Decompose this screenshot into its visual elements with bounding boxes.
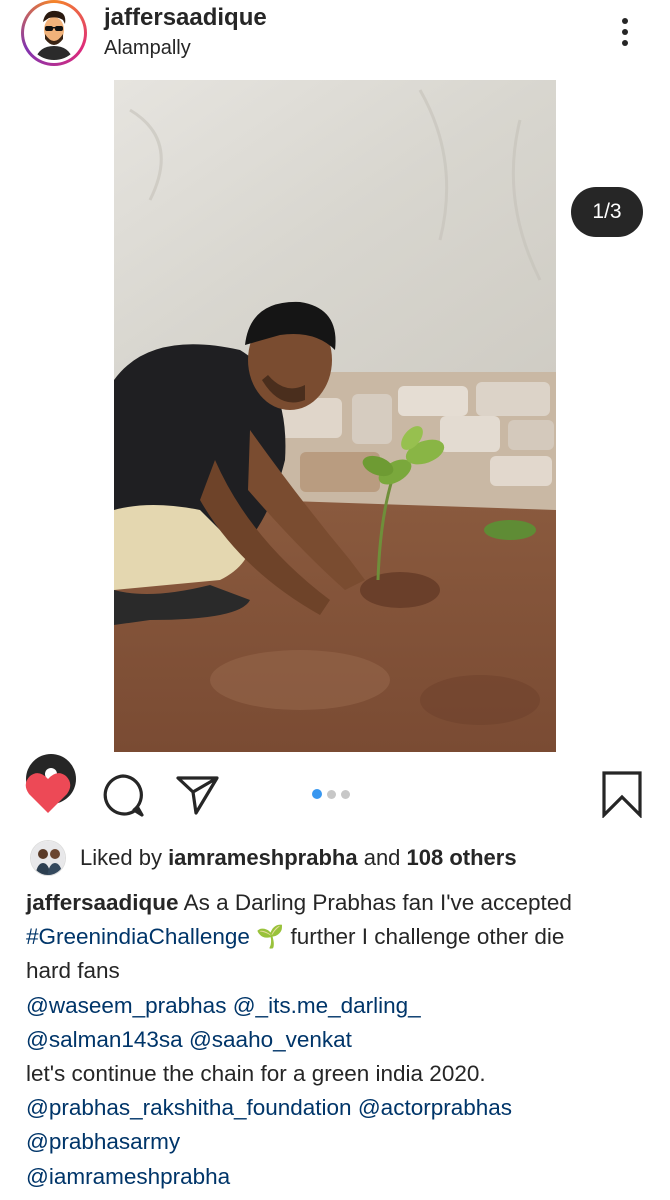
- comment-icon[interactable]: [100, 772, 146, 818]
- caption-mention[interactable]: @prabhas_rakshitha_foundation: [26, 1095, 352, 1120]
- caption-text: let's continue the chain for a green ind…: [26, 1061, 486, 1087]
- planting-photo: [114, 80, 556, 752]
- avatar-illustration: [27, 6, 81, 60]
- post-username[interactable]: jaffersaadique: [104, 4, 267, 32]
- post-image[interactable]: 1/3: [0, 80, 670, 804]
- caption-hashtag[interactable]: #GreenindiaChallenge: [26, 924, 250, 949]
- post-location[interactable]: Alampally: [104, 37, 191, 60]
- liker-avatar: [30, 840, 66, 876]
- caption-mention[interactable]: @iamrameshprabha: [26, 1164, 230, 1189]
- heart-filled-icon[interactable]: [24, 770, 72, 816]
- image-counter: 1/3: [571, 187, 643, 237]
- send-icon[interactable]: [174, 772, 220, 818]
- caption-mention[interactable]: @waseem_prabhas: [26, 993, 226, 1018]
- carousel-indicator: [312, 786, 355, 799]
- caption-mention[interactable]: @actorprabhas: [358, 1095, 512, 1120]
- caption-mention[interactable]: @salman143sa: [26, 1027, 183, 1052]
- bookmark-icon[interactable]: [600, 770, 644, 819]
- caption-username[interactable]: jaffersaadique: [26, 890, 179, 915]
- seedling-emoji: 🌱: [256, 924, 285, 950]
- caption-text: further I challenge other die: [284, 924, 565, 950]
- likes-middle: and: [357, 845, 407, 870]
- caption-text: hard fans: [26, 958, 120, 984]
- post-header: jaffersaadique Alampally: [0, 0, 670, 80]
- likes-others[interactable]: 108 others: [407, 845, 517, 870]
- more-options-icon[interactable]: [612, 14, 638, 54]
- carousel-dot: [327, 790, 336, 799]
- likes-summary: Liked by iamrameshprabha and 108 others: [80, 845, 517, 871]
- liker-username[interactable]: iamrameshprabha: [168, 845, 358, 870]
- caption-mention[interactable]: @_its.me_darling_: [233, 993, 421, 1018]
- carousel-dot-active: [312, 789, 322, 799]
- likes-prefix: Liked by: [80, 845, 169, 870]
- carousel-dot: [341, 790, 350, 799]
- caption-mention[interactable]: @prabhasarmy: [26, 1129, 180, 1154]
- profile-avatar[interactable]: [21, 0, 87, 66]
- post-caption: jaffersaadique As a Darling Prabhas fan …: [26, 886, 656, 1194]
- caption-mention[interactable]: @saaho_venkat: [189, 1027, 352, 1052]
- caption-text: As a Darling Prabhas fan I've accepted: [178, 890, 572, 915]
